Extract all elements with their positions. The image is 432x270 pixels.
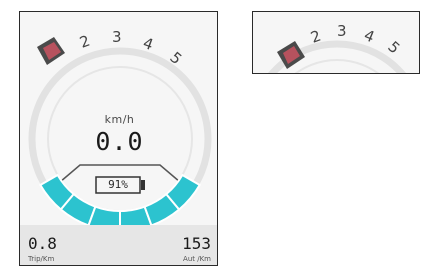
assist-level-3[interactable]: 3	[112, 28, 122, 46]
speed-readout: 0.0	[95, 127, 144, 156]
assist-level-2[interactable]: 2	[77, 32, 92, 52]
battery-percent: 91%	[108, 178, 128, 191]
odometer-label: Aut /Km	[183, 255, 211, 263]
assist-level-4[interactable]: 4	[141, 34, 156, 54]
odometer-value: 153	[182, 234, 211, 253]
assist-level-zoom-art: 2 3 4 5	[268, 22, 406, 73]
zoom-assist-level-4[interactable]: 4	[362, 26, 378, 46]
ebike-display: 2 3 4 5 km/h 0.0 91% 0.8 Trip/Km 153 Aut…	[19, 11, 218, 266]
trip-label: Trip/Km	[28, 255, 55, 263]
zoom-assist-level-3[interactable]: 3	[337, 22, 347, 40]
zoom-assist-level-5[interactable]: 5	[384, 38, 403, 58]
stats-bar: 0.8 Trip/Km 153 Aut /Km	[20, 225, 217, 265]
assist-level-zoom: 2 3 4 5	[252, 11, 420, 74]
trip-value: 0.8	[28, 234, 57, 253]
assist-level-1-indicator[interactable]	[37, 37, 65, 65]
zoom-assist-level-2[interactable]: 2	[308, 27, 323, 47]
speed-unit: km/h	[104, 113, 135, 126]
